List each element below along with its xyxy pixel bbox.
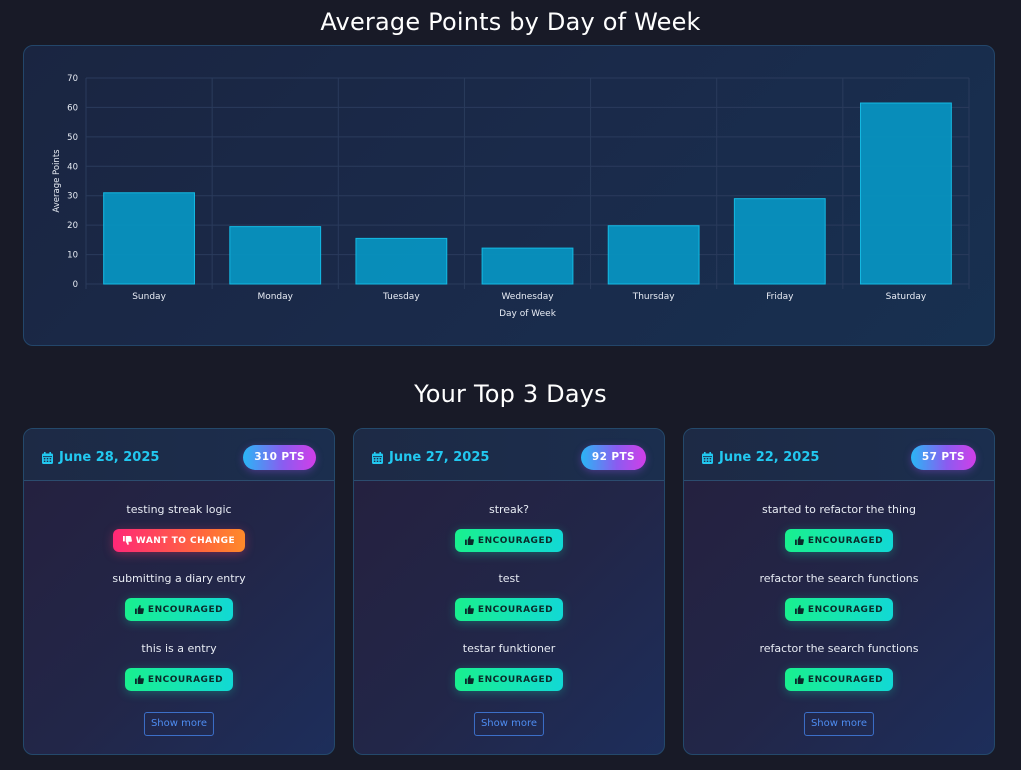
x-axis-title: Day of Week xyxy=(499,309,557,319)
card-date-text: June 22, 2025 xyxy=(719,450,820,465)
y-tick-label: 10 xyxy=(67,251,78,261)
x-tick-label: Wednesday xyxy=(501,292,554,302)
x-tick-label: Saturday xyxy=(886,292,927,302)
entry-text: submitting a diary entry xyxy=(112,572,246,585)
entry-text: started to refactor the thing xyxy=(761,503,917,516)
thumbs-up-icon xyxy=(464,675,474,684)
card-date: June 27, 2025 xyxy=(372,450,489,465)
thumbs-down-icon xyxy=(122,536,132,545)
y-tick-label: 40 xyxy=(67,162,78,172)
entry-tag: ENCOURAGED xyxy=(454,668,564,691)
card-header: June 28, 2025 310 PTS xyxy=(24,429,334,481)
chart-title: Average Points by Day of Week xyxy=(320,8,701,36)
calendar-icon xyxy=(702,451,713,464)
thumbs-up-icon xyxy=(134,675,144,684)
entry-tag: ENCOURAGED xyxy=(454,529,564,552)
entry-tag-label: ENCOURAGED xyxy=(807,535,884,546)
entry-item: refactor the search functions ENCOURAGED xyxy=(684,642,994,691)
entry-tag-label: ENCOURAGED xyxy=(807,604,884,615)
entry-tag-label: ENCOURAGED xyxy=(477,674,554,685)
entry-item: this is a entry ENCOURAGED xyxy=(24,642,334,691)
bar-monday xyxy=(229,226,322,285)
y-tick-label: 70 xyxy=(67,74,78,84)
y-tick-label: 30 xyxy=(67,192,78,202)
bar-wednesday xyxy=(481,247,574,285)
entry-item: testar funktioner ENCOURAGED xyxy=(354,642,664,691)
x-tick-label: Thursday xyxy=(632,292,676,302)
show-more-button[interactable]: Show more xyxy=(143,712,215,736)
entry-item: refactor the search functions ENCOURAGED xyxy=(684,572,994,621)
entry-tag-label: ENCOURAGED xyxy=(477,604,554,615)
calendar-icon xyxy=(42,451,53,464)
entry-tag-label: ENCOURAGED xyxy=(147,674,224,685)
entry-tag: ENCOURAGED xyxy=(784,668,894,691)
show-more-button[interactable]: Show more xyxy=(803,712,875,736)
entry-item: test ENCOURAGED xyxy=(354,572,664,621)
bar-friday xyxy=(733,198,826,285)
points-badge: 310 PTS xyxy=(243,445,316,470)
entry-tag: WANT TO CHANGE xyxy=(112,529,246,552)
bar-tuesday xyxy=(355,237,448,285)
points-badge: 92 PTS xyxy=(580,445,646,470)
top-day-card: June 22, 2025 57 PTS started to refactor t… xyxy=(683,428,995,755)
top-day-card: June 28, 2025 310 PTS testing streak logic… xyxy=(23,428,335,755)
show-more-button[interactable]: Show more xyxy=(473,712,545,736)
entry-item: submitting a diary entry ENCOURAGED xyxy=(24,572,334,621)
chart-card: 0 10 20 30 40 50 60 70 Sunday Monday Tuesday Wednes… xyxy=(23,45,995,346)
entry-text: testing streak logic xyxy=(126,503,232,516)
thumbs-up-icon xyxy=(464,605,474,614)
entry-item: streak? ENCOURAGED xyxy=(354,503,664,552)
card-header: June 27, 2025 92 PTS xyxy=(354,429,664,481)
entry-text: testar funktioner xyxy=(462,642,556,655)
entry-tag: ENCOURAGED xyxy=(124,598,234,621)
entry-text: refactor the search functions xyxy=(759,642,919,655)
x-tick-label: Friday xyxy=(766,292,794,302)
y-tick-label: 0 xyxy=(73,280,78,290)
entry-text: this is a entry xyxy=(141,642,217,655)
card-date-text: June 27, 2025 xyxy=(389,450,490,465)
calendar-icon xyxy=(372,451,383,464)
entry-tag-label: ENCOURAGED xyxy=(807,674,884,685)
entry-item: started to refactor the thing ENCOURAGED xyxy=(684,503,994,552)
card-date: June 22, 2025 xyxy=(702,450,819,465)
entry-tag: ENCOURAGED xyxy=(784,529,894,552)
entry-text: streak? xyxy=(488,503,530,516)
y-tick-label: 50 xyxy=(67,133,78,143)
y-tick-label: 60 xyxy=(67,103,78,113)
x-tick-label: Tuesday xyxy=(382,292,420,302)
x-tick-label: Monday xyxy=(257,292,293,302)
thumbs-up-icon xyxy=(794,536,804,545)
entry-tag-label: ENCOURAGED xyxy=(147,604,224,615)
entry-tag-label: ENCOURAGED xyxy=(477,535,554,546)
x-tick-label: Sunday xyxy=(132,292,166,302)
card-date: June 28, 2025 xyxy=(42,450,159,465)
entry-tag: ENCOURAGED xyxy=(454,598,564,621)
entry-tag-label: WANT TO CHANGE xyxy=(135,535,236,546)
thumbs-up-icon xyxy=(794,605,804,614)
entry-text: test xyxy=(498,572,520,585)
bar-saturday xyxy=(860,102,952,285)
points-badge: 57 PTS xyxy=(910,445,976,470)
thumbs-up-icon xyxy=(464,536,474,545)
top-days-title: Your Top 3 Days xyxy=(414,380,607,408)
bar-sunday xyxy=(103,192,195,285)
top-day-card: June 27, 2025 92 PTS streak? ENCOURAGED test… xyxy=(353,428,665,755)
card-header: June 22, 2025 57 PTS xyxy=(684,429,994,481)
bar-thursday xyxy=(607,225,700,285)
thumbs-up-icon xyxy=(134,605,144,614)
entry-tag: ENCOURAGED xyxy=(124,668,234,691)
thumbs-up-icon xyxy=(794,675,804,684)
bar-chart: 0 10 20 30 40 50 60 70 Sunday Monday Tuesday Wednes… xyxy=(52,74,970,319)
y-axis-title: Average Points xyxy=(52,149,62,213)
entry-text: refactor the search functions xyxy=(759,572,919,585)
card-date-text: June 28, 2025 xyxy=(59,450,160,465)
entry-item: testing streak logic WANT TO CHANGE xyxy=(24,503,334,552)
entry-tag: ENCOURAGED xyxy=(784,598,894,621)
y-tick-label: 20 xyxy=(67,221,78,231)
